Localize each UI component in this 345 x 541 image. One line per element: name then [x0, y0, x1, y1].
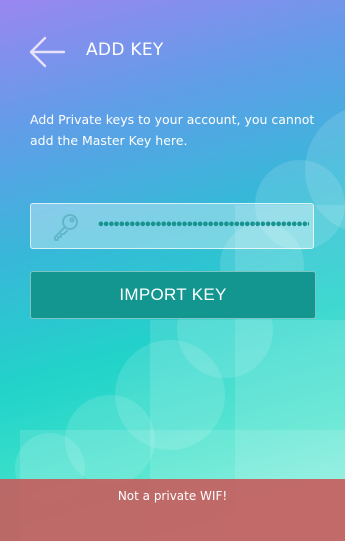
back-button[interactable]	[26, 34, 68, 70]
header: ADD KEY	[0, 0, 345, 100]
error-banner: Not a private WIF!	[0, 479, 345, 541]
error-message: Not a private WIF!	[117, 489, 228, 503]
key-icon	[54, 214, 78, 241]
description-text: Add Private keys to your account, you ca…	[30, 112, 315, 148]
private-key-value: ••••••••••••••••••••••••••••••••••••••••…	[97, 218, 309, 233]
arrow-left-icon	[29, 36, 66, 68]
import-key-button[interactable]: IMPORT KEY	[30, 271, 316, 319]
page-title: ADD KEY	[86, 40, 164, 60]
add-key-screen: ADD KEY Add Private keys to your account…	[0, 0, 345, 541]
private-key-input[interactable]: ••••••••••••••••••••••••••••••••••••••••…	[30, 203, 314, 249]
